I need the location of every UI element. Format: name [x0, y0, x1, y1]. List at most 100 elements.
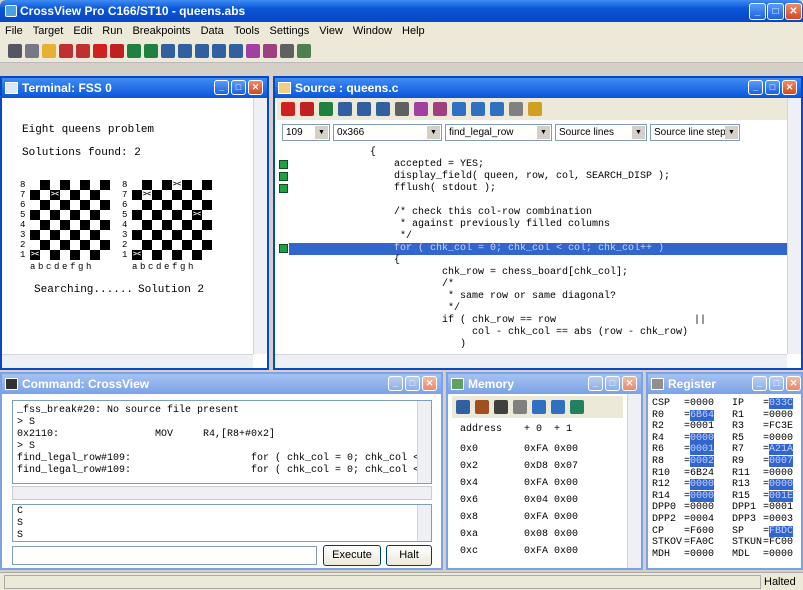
edit-icon[interactable]: [475, 400, 489, 414]
source-line[interactable]: col - chk_col == abs (row - chk_row): [370, 327, 688, 339]
line-number-combo[interactable]: 109 ▼: [282, 124, 330, 141]
memory-value[interactable]: 0x08 0x00: [524, 529, 578, 540]
run-icon[interactable]: [300, 102, 314, 116]
source-line[interactable]: */: [370, 303, 460, 315]
register-value[interactable]: =0002: [684, 456, 715, 468]
open-folder-icon[interactable]: [42, 43, 56, 58]
minimize-button[interactable]: _: [749, 3, 766, 20]
source-line[interactable]: /* check this col-row combination: [370, 207, 592, 219]
terminal-vscroll[interactable]: [253, 98, 267, 354]
find-icon[interactable]: [513, 400, 527, 414]
source-vscroll[interactable]: [787, 98, 801, 354]
source-line[interactable]: {: [370, 255, 400, 267]
reload-icon[interactable]: [25, 43, 39, 58]
menu-help[interactable]: Help: [397, 25, 430, 37]
register-value[interactable]: =0001: [684, 444, 715, 456]
memory-value[interactable]: 0xFA 0x00: [524, 478, 578, 489]
memory-value[interactable]: 0x04 0x00: [524, 495, 578, 506]
source-line[interactable]: for ( chk_col = 0; chk_col < col; chk_co…: [370, 243, 664, 255]
terminal-minimize-button[interactable]: _: [214, 80, 229, 95]
source-line[interactable]: fflush( stdout );: [370, 183, 496, 195]
register-close-button[interactable]: ✕: [786, 376, 801, 391]
memory-value[interactable]: 0xFA 0x00: [524, 444, 578, 455]
register-value[interactable]: =0001: [763, 502, 793, 514]
register-value[interactable]: =6B24: [684, 468, 714, 480]
remove-breakpoint-icon[interactable]: [263, 43, 277, 58]
zoom-in-icon[interactable]: [452, 102, 466, 116]
register-value[interactable]: =0000: [684, 490, 715, 503]
register-value[interactable]: =0000: [763, 468, 793, 480]
register-maximize-button[interactable]: □: [769, 376, 784, 391]
source-line[interactable]: display_field( queen, row, col, SEARCH_D…: [370, 171, 670, 183]
breakpoint-icon[interactable]: [414, 102, 428, 116]
command-history-line[interactable]: S: [17, 530, 23, 542]
line-marker-icon[interactable]: [279, 184, 288, 193]
memory-value[interactable]: 0xD8 0x07: [524, 461, 578, 472]
hand-icon[interactable]: [528, 102, 542, 116]
source-minimize-button[interactable]: _: [748, 80, 763, 95]
register-value[interactable]: =0000: [684, 549, 714, 561]
function-combo[interactable]: find_legal_row ▼: [445, 124, 552, 141]
source-line[interactable]: {: [370, 147, 376, 159]
source-line[interactable]: if ( chk_row == row ||: [370, 315, 706, 327]
remove-breakpoint-icon[interactable]: [433, 102, 447, 116]
step-instr-icon[interactable]: [195, 43, 209, 58]
run-icon[interactable]: [110, 43, 124, 58]
source-line[interactable]: accepted = YES;: [370, 159, 484, 171]
list-icon[interactable]: [280, 43, 294, 58]
register-value[interactable]: =FC00: [763, 537, 793, 549]
register-value[interactable]: =0003: [763, 514, 793, 526]
source-line[interactable]: */: [370, 231, 412, 243]
command-history-line[interactable]: C: [17, 506, 23, 518]
terminal-maximize-button[interactable]: □: [231, 80, 246, 95]
step-into-icon[interactable]: [338, 102, 352, 116]
command-close-button[interactable]: ✕: [422, 376, 437, 391]
fill-icon[interactable]: [494, 400, 508, 414]
menu-file[interactable]: File: [0, 25, 28, 37]
register-minimize-button[interactable]: _: [752, 376, 767, 391]
terminal-close-button[interactable]: ✕: [248, 80, 263, 95]
address-combo[interactable]: 0x366 ▼: [333, 124, 442, 141]
memory-value[interactable]: 0xFA 0x00: [524, 546, 578, 557]
command-history-vscroll[interactable]: [417, 505, 431, 541]
menu-settings[interactable]: Settings: [265, 25, 315, 37]
grid-icon[interactable]: [297, 43, 311, 58]
register-value[interactable]: =FA0C: [684, 537, 714, 549]
source-line[interactable]: * same row or same diagonal?: [370, 291, 616, 303]
stop-icon[interactable]: [281, 102, 295, 116]
table-icon[interactable]: [532, 400, 546, 414]
step-into-icon[interactable]: [161, 43, 175, 58]
step-instr-icon[interactable]: [376, 102, 390, 116]
step-over-icon[interactable]: [319, 102, 333, 116]
register-value[interactable]: =0000: [684, 432, 715, 445]
terminal-hscroll[interactable]: [2, 354, 253, 368]
register-value[interactable]: =FC3E: [763, 421, 793, 433]
memory-vscroll[interactable]: [627, 394, 641, 568]
close-button[interactable]: ✕: [785, 3, 802, 20]
menu-tools[interactable]: Tools: [229, 25, 265, 37]
source-line[interactable]: ): [370, 339, 466, 351]
register-value[interactable]: =001E: [763, 490, 794, 503]
step-line-icon[interactable]: [229, 43, 243, 58]
register-value[interactable]: =F600: [684, 526, 714, 538]
register-value[interactable]: =0000: [763, 433, 793, 445]
register-value[interactable]: =A21A: [763, 444, 794, 456]
source-line[interactable]: /*: [370, 279, 454, 291]
command-history-line[interactable]: S: [17, 518, 23, 530]
back-icon[interactable]: [509, 102, 523, 116]
view-mode-combo[interactable]: Source lines ▼: [555, 124, 647, 141]
menu-edit[interactable]: Edit: [68, 25, 97, 37]
download-icon[interactable]: [8, 43, 22, 58]
register-value[interactable]: =033C: [763, 398, 794, 410]
step-out-icon[interactable]: [357, 102, 371, 116]
command-maximize-button[interactable]: □: [405, 376, 420, 391]
line-marker-icon[interactable]: [279, 172, 288, 181]
list-icon[interactable]: [395, 102, 409, 116]
step-over-icon[interactable]: [144, 43, 158, 58]
refresh-icon[interactable]: [570, 400, 584, 414]
register-value[interactable]: =0000: [763, 479, 794, 491]
source-line[interactable]: chk_row = chess_board[chk_col];: [370, 267, 628, 279]
menu-breakpoints[interactable]: Breakpoints: [127, 25, 195, 37]
layout-icon[interactable]: [551, 400, 565, 414]
command-output-vscroll[interactable]: [417, 401, 431, 483]
